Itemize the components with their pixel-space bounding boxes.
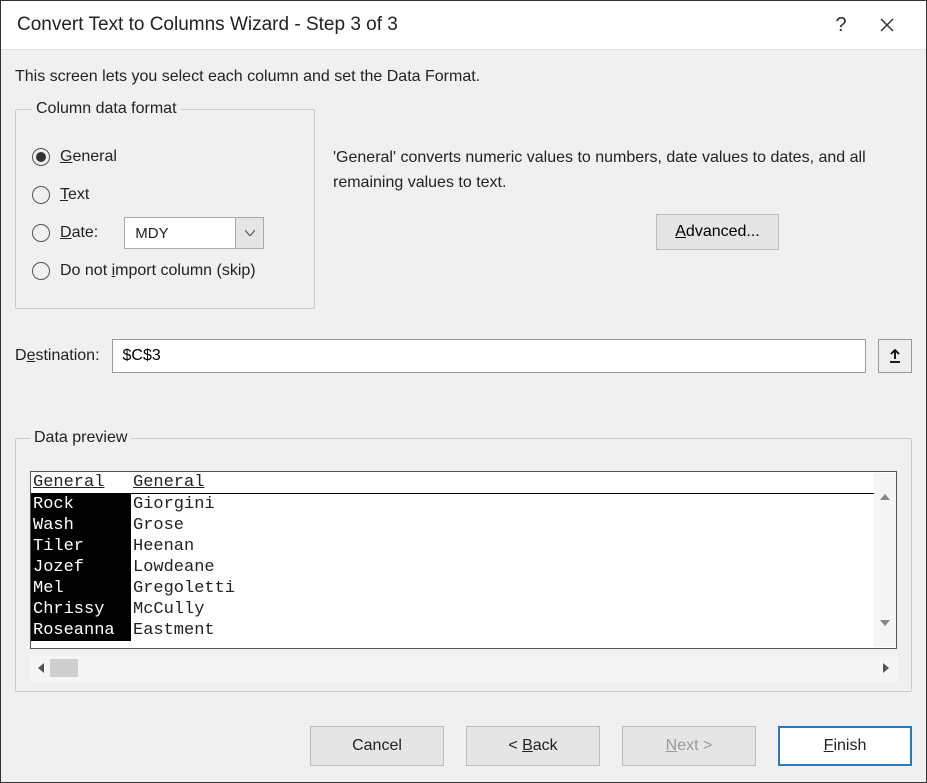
close-icon	[880, 18, 894, 32]
preview-cell: Lowdeane	[131, 557, 874, 578]
wizard-button-row: Cancel < Back Next > Finish	[1, 706, 926, 782]
top-row: Column data format General Text Date: MD…	[15, 100, 912, 309]
preview-row[interactable]: MelGregoletti	[31, 578, 874, 599]
dialog-title: Convert Text to Columns Wizard - Step 3 …	[17, 14, 818, 36]
preview-row[interactable]: TilerHeenan	[31, 536, 874, 557]
destination-input[interactable]	[112, 339, 866, 373]
preview-cell: Mel	[31, 578, 131, 599]
preview-cell: Chrissy	[31, 599, 131, 620]
preview-cell: Giorgini	[131, 494, 874, 515]
radio-text[interactable]: Text	[32, 178, 298, 212]
dropdown-button[interactable]	[235, 218, 263, 248]
preview-legend: Data preview	[30, 429, 131, 447]
wizard-dialog: Convert Text to Columns Wizard - Step 3 …	[0, 0, 927, 783]
preview-cell: Roseanna	[31, 620, 131, 641]
scrollbar-thumb[interactable]	[50, 659, 78, 677]
preview-cell: McCully	[131, 599, 874, 620]
titlebar: Convert Text to Columns Wizard - Step 3 …	[1, 1, 926, 50]
next-button[interactable]: Next >	[622, 726, 756, 766]
radio-skip-label: Do not import column (skip)	[60, 262, 256, 280]
radio-icon	[32, 148, 50, 166]
advanced-button[interactable]: Advanced...	[656, 214, 779, 250]
radio-text-label: Text	[60, 186, 89, 204]
preview-cell: Gregoletti	[131, 578, 874, 599]
intro-text: This screen lets you select each column …	[15, 68, 912, 86]
preview-cell: Eastment	[131, 620, 874, 641]
cancel-button[interactable]: Cancel	[310, 726, 444, 766]
radio-general[interactable]: General	[32, 140, 298, 174]
radio-date[interactable]: Date: MDY	[32, 216, 298, 250]
preview-header-row: General General	[31, 472, 874, 494]
preview-row[interactable]: RoseannaEastment	[31, 620, 874, 641]
scroll-up-icon	[879, 491, 891, 503]
preview-table-wrap: General General RockGiorginiWashGroseTil…	[30, 471, 897, 649]
help-button[interactable]: ?	[818, 2, 864, 48]
preview-row[interactable]: ChrissyMcCully	[31, 599, 874, 620]
format-description: 'General' converts numeric values to num…	[333, 146, 912, 196]
back-button[interactable]: < Back	[466, 726, 600, 766]
chevron-down-icon	[245, 230, 255, 236]
preview-cell: Tiler	[31, 536, 131, 557]
radio-icon	[32, 224, 50, 242]
preview-row[interactable]: RockGiorgini	[31, 494, 874, 515]
scroll-down-icon	[879, 617, 891, 629]
format-description-column: 'General' converts numeric values to num…	[333, 100, 912, 309]
preview-body: RockGiorginiWashGroseTilerHeenanJozefLow…	[31, 494, 874, 641]
range-selector-button[interactable]	[878, 339, 912, 373]
date-format-value: MDY	[125, 218, 235, 248]
radio-icon	[32, 186, 50, 204]
radio-date-label: Date:	[60, 224, 98, 242]
preview-header-col[interactable]: General	[31, 472, 131, 493]
format-legend: Column data format	[32, 100, 181, 118]
collapse-dialog-icon	[887, 348, 903, 364]
preview-cell: Heenan	[131, 536, 874, 557]
column-data-format-group: Column data format General Text Date: MD…	[15, 100, 315, 309]
finish-button[interactable]: Finish	[778, 726, 912, 766]
date-format-select[interactable]: MDY	[124, 217, 264, 249]
dialog-body: This screen lets you select each column …	[1, 50, 926, 706]
radio-icon	[32, 262, 50, 280]
scroll-right-icon	[881, 662, 891, 674]
destination-label: Destination:	[15, 347, 100, 365]
radio-general-label: General	[60, 148, 117, 166]
vertical-scrollbar[interactable]	[874, 473, 896, 647]
close-button[interactable]	[864, 2, 910, 48]
preview-cell: Wash	[31, 515, 131, 536]
data-preview-group: Data preview General General RockGiorgin…	[15, 429, 912, 692]
scroll-left-icon	[36, 662, 46, 674]
preview-table[interactable]: General General RockGiorginiWashGroseTil…	[31, 472, 874, 648]
preview-row[interactable]: WashGrose	[31, 515, 874, 536]
destination-row: Destination:	[15, 339, 912, 373]
preview-header-col[interactable]: General	[131, 472, 874, 493]
preview-cell: Jozef	[31, 557, 131, 578]
preview-row[interactable]: JozefLowdeane	[31, 557, 874, 578]
horizontal-scrollbar[interactable]	[30, 655, 897, 681]
preview-cell: Rock	[31, 494, 131, 515]
preview-cell: Grose	[131, 515, 874, 536]
radio-skip[interactable]: Do not import column (skip)	[32, 254, 298, 288]
